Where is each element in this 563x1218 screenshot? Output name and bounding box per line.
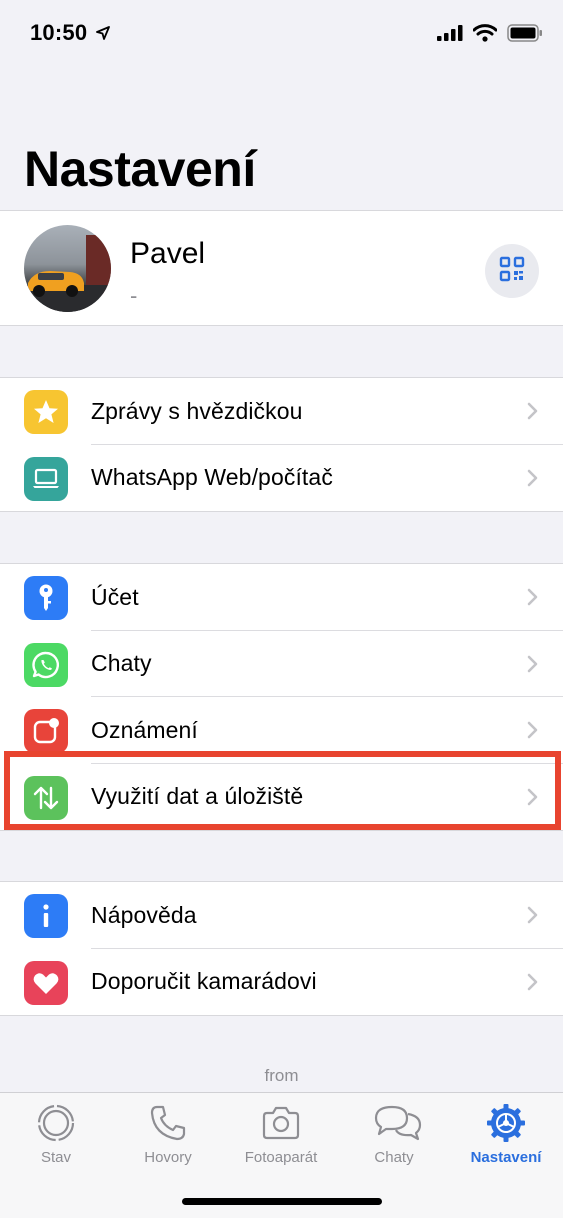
home-indicator: [182, 1198, 382, 1205]
notifications-row[interactable]: Oznámení: [0, 697, 563, 764]
tab-settings[interactable]: Nastavení: [450, 1093, 562, 1173]
chevron-right-icon: [527, 655, 539, 678]
row-label: Doporučit kamarádovi: [91, 968, 317, 995]
tab-calls[interactable]: Hovory: [112, 1093, 224, 1173]
qr-code-icon: [499, 256, 525, 287]
whatsapp-icon: [24, 642, 68, 687]
laptop-icon: [24, 456, 68, 501]
tell-friend-row[interactable]: Doporučit kamarádovi: [0, 949, 563, 1016]
tab-label: Stav: [40, 1149, 71, 1166]
avatar[interactable]: [24, 225, 111, 312]
notification-icon: [24, 709, 68, 753]
profile-name: Pavel: [130, 237, 206, 270]
status-icon: [36, 1103, 76, 1143]
tab-camera[interactable]: Fotoaparát: [225, 1093, 337, 1173]
phone-icon: [148, 1103, 188, 1143]
tab-chats[interactable]: Chaty: [338, 1093, 450, 1173]
status-bar: 10:50: [0, 0, 563, 70]
profile-status: -: [130, 283, 138, 308]
chevron-right-icon: [527, 402, 539, 425]
battery-icon: [507, 24, 543, 47]
star-icon: [24, 390, 68, 434]
page-title: Nastavení: [24, 141, 256, 197]
help-row[interactable]: Nápověda: [0, 882, 563, 949]
from-label: from: [264, 1066, 299, 1085]
chevron-right-icon: [527, 721, 539, 744]
chevron-right-icon: [527, 469, 539, 492]
row-label: Nápověda: [91, 901, 197, 928]
profile-row[interactable]: Pavel -: [0, 210, 563, 326]
row-label: Využití dat a úložiště: [91, 783, 304, 810]
tab-label: Nastavení: [470, 1149, 542, 1166]
heart-icon: [24, 960, 68, 1005]
chevron-right-icon: [527, 973, 539, 996]
info-icon: [24, 894, 68, 938]
account-row[interactable]: Účet: [0, 564, 563, 631]
chevron-right-icon: [527, 906, 539, 929]
starred-messages-row[interactable]: Zprávy s hvězdičkou: [0, 378, 563, 445]
tab-status[interactable]: Stav: [0, 1093, 112, 1173]
location-arrow-icon: [96, 26, 110, 45]
chats-icon: [374, 1103, 422, 1143]
settings-group-2: Účet Chaty Oznámení Využití dat a úložiš…: [0, 563, 563, 831]
key-icon: [24, 576, 68, 620]
row-label: Účet: [91, 583, 139, 610]
settings-group-1: Zprávy s hvězdičkou WhatsApp Web/počítač: [0, 377, 563, 512]
camera-icon: [261, 1103, 301, 1143]
settings-icon: [486, 1103, 526, 1143]
qr-code-button[interactable]: [485, 244, 539, 298]
tab-label: Fotoaparát: [244, 1149, 318, 1166]
data-arrows-icon: [24, 775, 68, 820]
chats-row[interactable]: Chaty: [0, 631, 563, 697]
status-icons: [437, 24, 543, 47]
row-label: WhatsApp Web/počítač: [91, 464, 333, 491]
chevron-right-icon: [527, 788, 539, 811]
row-label: Oznámení: [91, 716, 198, 743]
row-label: Chaty: [91, 650, 152, 677]
cellular-signal-icon: [437, 25, 463, 46]
settings-group-3: Nápověda Doporučit kamarádovi: [0, 881, 563, 1016]
whatsapp-web-row[interactable]: WhatsApp Web/počítač: [0, 445, 563, 512]
status-time: 10:50: [30, 20, 88, 45]
data-storage-row[interactable]: Využití dat a úložiště: [0, 764, 563, 831]
chevron-right-icon: [527, 588, 539, 611]
wifi-icon: [472, 24, 498, 47]
tab-label: Hovory: [144, 1149, 192, 1166]
row-label: Zprávy s hvězdičkou: [91, 397, 303, 424]
tab-label: Chaty: [374, 1149, 414, 1166]
